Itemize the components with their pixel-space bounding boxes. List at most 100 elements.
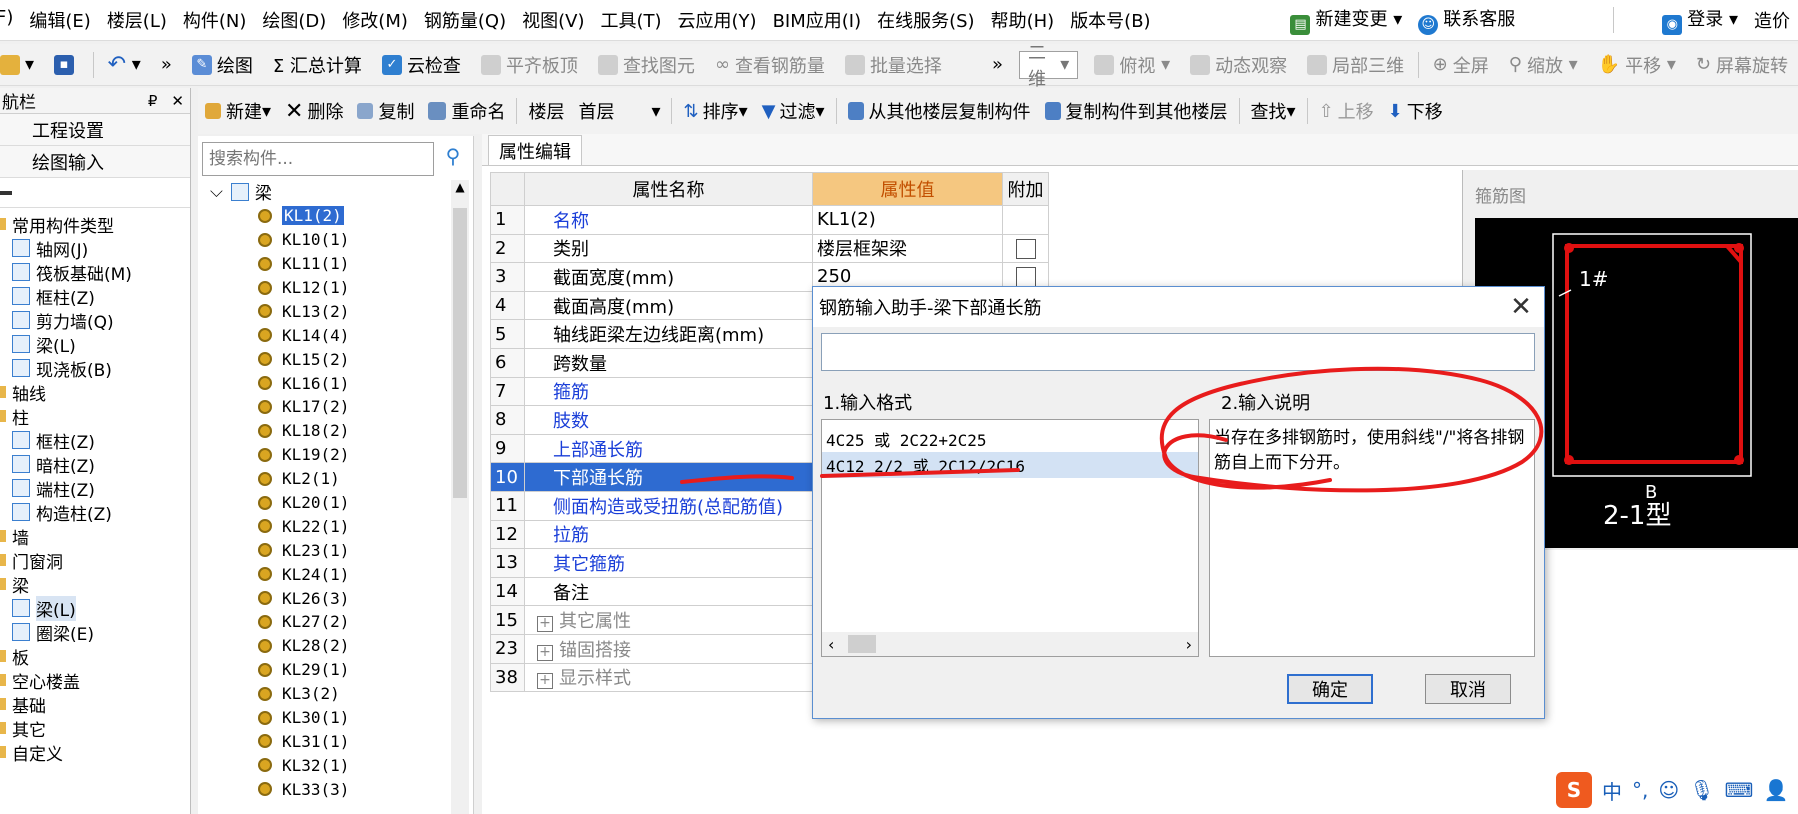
menu-item[interactable]: 视图(V) — [514, 7, 592, 33]
nav-item[interactable]: 筏板基础(M) — [0, 260, 190, 285]
extra-checkbox[interactable] — [1015, 267, 1036, 288]
cancel-button[interactable]: 取消 — [1425, 674, 1511, 704]
cost-link[interactable]: 造价 — [1746, 7, 1798, 33]
more-chevron-icon[interactable]: » — [982, 54, 1013, 75]
menu-item[interactable]: 云应用(Y) — [670, 7, 765, 33]
tab-property-edit[interactable]: 属性编辑 — [488, 135, 582, 165]
menu-item[interactable]: 绘图(D) — [254, 7, 334, 33]
search-icon[interactable]: ⚲ — [438, 144, 468, 174]
contact-support-button[interactable]: ☺ 联系客服 — [1410, 5, 1523, 35]
property-name[interactable]: 截面宽度(mm) — [524, 262, 813, 292]
list-item[interactable]: KL14(4) — [208, 323, 446, 347]
move-up-button[interactable]: ⇧ 上移 — [1312, 98, 1381, 124]
list-item[interactable]: KL29(1) — [208, 658, 446, 682]
save-button[interactable]: ▪ — [44, 54, 89, 75]
property-name[interactable]: + 锚固搭接 — [524, 633, 813, 664]
pin-icon[interactable]: ₽ — [148, 92, 158, 110]
table-row[interactable]: 1 名称 KL1(2) — [490, 205, 1049, 235]
property-name[interactable]: 轴线距梁左边线距离(mm) — [524, 319, 813, 349]
list-item[interactable]: KL1(2) — [208, 204, 446, 228]
tree-root-beam[interactable]: ⌵ 梁 — [208, 180, 446, 205]
chevron-right-icon[interactable]: › — [1186, 635, 1192, 654]
property-name[interactable]: + 显示样式 — [524, 662, 813, 693]
nav-item[interactable]: 自定义 — [0, 740, 190, 765]
ime-punct[interactable]: °, — [1632, 778, 1648, 802]
menu-item[interactable]: 楼层(L) — [99, 7, 175, 33]
fullscreen-button[interactable]: ⊕ 全屏 — [1423, 52, 1499, 78]
format-item[interactable]: 4C25 或 2C22+2C25 — [822, 426, 1198, 452]
collapse-icon[interactable] — [0, 190, 12, 195]
close-icon[interactable]: ✕ — [1498, 292, 1544, 322]
nav-item[interactable]: 其它 — [0, 716, 190, 741]
list-item[interactable]: KL13(2) — [208, 299, 446, 323]
close-icon[interactable]: ✕ — [171, 92, 184, 110]
property-name[interactable]: 侧面构造或受扭筋(总配筋值) — [524, 490, 813, 521]
sort-button[interactable]: ⇅ 排序 ▾ — [676, 98, 754, 124]
user-icon[interactable]: 👤 — [1763, 778, 1788, 802]
list-item[interactable]: KL23(1) — [208, 538, 446, 562]
menu-item[interactable]: F) — [0, 7, 21, 33]
menu-item[interactable]: 构件(N) — [175, 7, 255, 33]
dynamic-view-button[interactable]: 动态观察 — [1180, 52, 1297, 78]
move-down-button[interactable]: ⬇ 下移 — [1381, 98, 1450, 124]
copy-to-floor-button[interactable]: 复制构件到其他楼层 — [1038, 98, 1235, 124]
property-name[interactable]: 箍筋 — [524, 376, 813, 407]
nav-item[interactable]: 常用构件类型 — [0, 212, 190, 237]
filter-button[interactable]: ▼ 过滤 ▾ — [755, 98, 832, 124]
property-name[interactable]: 类别 — [524, 233, 813, 264]
nav-item[interactable]: 框柱(Z) — [0, 284, 190, 309]
draw-input-button[interactable]: 绘图输入 — [0, 146, 190, 178]
list-item[interactable]: KL22(1) — [208, 514, 446, 538]
top-view-button[interactable]: 俯视 ▾ — [1084, 52, 1180, 78]
find-element-button[interactable]: 查找图元 — [588, 52, 705, 78]
nav-item[interactable]: 墙 — [0, 524, 190, 549]
scroll-up-icon[interactable]: ▲ — [451, 180, 469, 194]
menu-item[interactable]: 帮助(H) — [983, 7, 1063, 33]
property-name[interactable]: 拉筋 — [524, 519, 813, 550]
nav-item[interactable]: 门窗洞 — [0, 548, 190, 573]
list-item[interactable]: KL12(1) — [208, 276, 446, 300]
list-item[interactable]: KL10(1) — [208, 228, 446, 252]
property-name[interactable]: 上部通长筋 — [524, 433, 813, 464]
search-input[interactable] — [202, 142, 434, 176]
list-item[interactable]: KL33(3) — [208, 777, 446, 801]
scroll-thumb[interactable] — [453, 208, 467, 498]
list-item[interactable]: KL31(1) — [208, 729, 446, 753]
ok-button[interactable]: 确定 — [1287, 674, 1373, 704]
format-hscrollbar[interactable]: ‹ › — [822, 632, 1198, 656]
batch-select-button[interactable]: 批量选择 — [835, 52, 952, 78]
nav-item[interactable]: 剪力墙(Q) — [0, 308, 190, 333]
nav-item[interactable]: 现浇板(B) — [0, 356, 190, 381]
local-3d-button[interactable]: 局部三维 — [1297, 52, 1414, 78]
copy-button[interactable]: 复制 — [350, 98, 421, 124]
nav-item[interactable]: 柱 — [0, 404, 190, 429]
menu-item[interactable]: 版本号(B) — [1062, 7, 1158, 33]
new-button[interactable]: 新建 ▾ — [198, 98, 278, 124]
keyboard-icon[interactable]: ⌨ — [1725, 778, 1754, 802]
sum-calc-button[interactable]: Σ 汇总计算 — [263, 52, 372, 78]
undo-button[interactable]: ↶ ▾ — [98, 52, 151, 77]
menu-item[interactable]: 工具(T) — [592, 7, 669, 33]
nav-item[interactable]: 构造柱(Z) — [0, 500, 190, 525]
nav-item[interactable]: 梁(L) — [0, 595, 190, 621]
expand-icon[interactable]: + — [537, 616, 553, 633]
list-item[interactable]: KL11(1) — [208, 252, 446, 276]
copy-from-floor-button[interactable]: 从其他楼层复制构件 — [841, 98, 1038, 124]
chevron-left-icon[interactable]: ‹ — [828, 635, 834, 654]
expand-icon[interactable]: + — [537, 673, 553, 690]
menu-item[interactable]: 编辑(E) — [21, 7, 98, 33]
more-chevron-icon[interactable]: » — [151, 54, 182, 75]
property-name[interactable]: 备注 — [524, 576, 813, 607]
list-item[interactable]: KL18(2) — [208, 419, 446, 443]
nav-item[interactable]: 梁(L) — [0, 332, 190, 357]
list-item[interactable]: KL17(2) — [208, 395, 446, 419]
menu-item[interactable]: BIM应用(I) — [765, 7, 870, 33]
nav-item[interactable]: 暗柱(Z) — [0, 452, 190, 477]
menu-item[interactable]: 钢筋量(Q) — [416, 7, 514, 33]
format-item[interactable]: 4C12 2/2 或 2C12/2C16 — [822, 452, 1198, 478]
nav-item[interactable]: 梁 — [0, 572, 190, 597]
floor-select[interactable]: 首层 ▾ — [571, 98, 667, 124]
property-value[interactable]: KL1(2) — [812, 205, 1003, 235]
zoom-button[interactable]: ⚲ 缩放 ▾ — [1499, 52, 1588, 78]
nav-item[interactable]: 轴网(J) — [0, 236, 190, 261]
